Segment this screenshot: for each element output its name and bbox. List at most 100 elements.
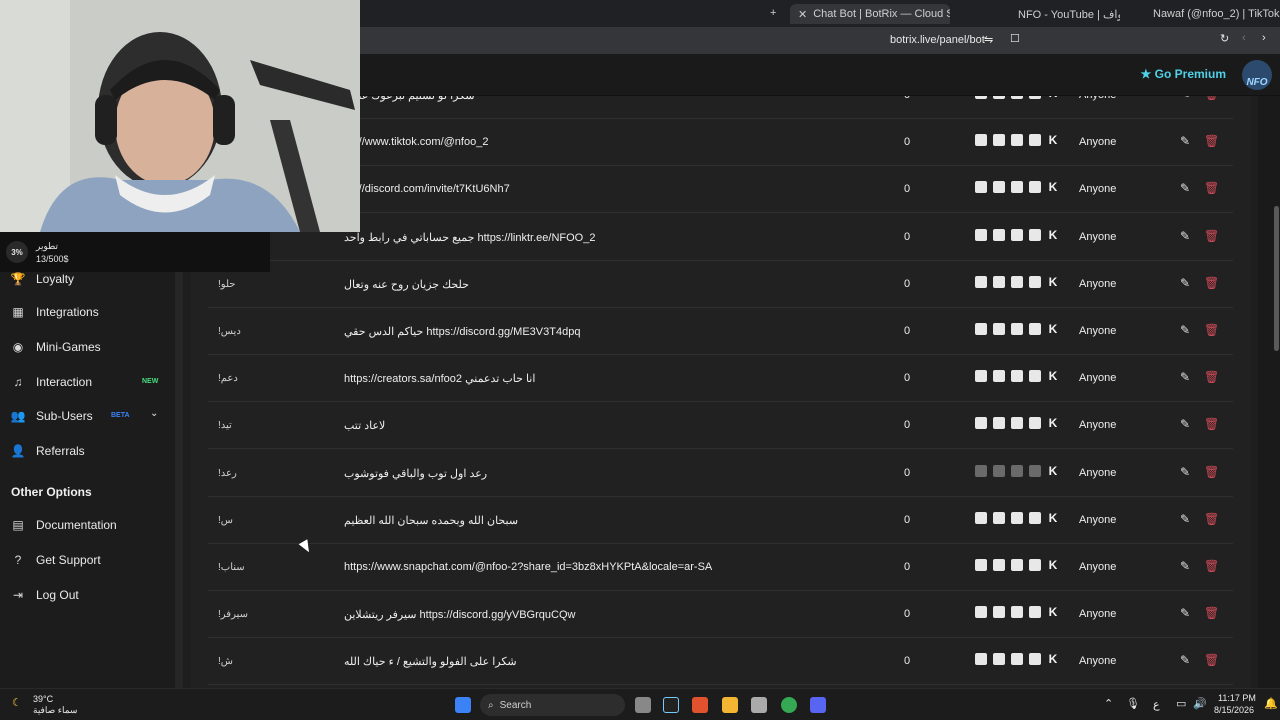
command-permission: Anyone bbox=[1079, 96, 1116, 101]
site-settings-icon[interactable]: ⇋ bbox=[984, 33, 993, 46]
delete-icon[interactable]: 🗑 bbox=[1204, 181, 1219, 195]
delete-icon[interactable]: 🗑 bbox=[1204, 96, 1219, 101]
delete-icon[interactable]: 🗑 bbox=[1204, 512, 1219, 526]
edit-icon[interactable]: ✎ bbox=[1180, 181, 1190, 195]
delete-icon[interactable]: 🗑 bbox=[1204, 559, 1219, 573]
edit-icon[interactable]: ✎ bbox=[1180, 417, 1190, 431]
tab-chat-bot[interactable]: ✕ Chat Bot | BotRix — Cloud Strea bbox=[790, 4, 950, 24]
discord-icon[interactable] bbox=[810, 697, 826, 713]
kick-icon bbox=[975, 606, 987, 619]
avatar[interactable]: NFO bbox=[1242, 60, 1272, 90]
delete-icon[interactable]: 🗑 bbox=[1204, 370, 1219, 384]
forward-icon[interactable]: › bbox=[1262, 32, 1266, 44]
delete-icon[interactable]: 🗑 bbox=[1204, 276, 1219, 290]
edit-icon[interactable]: ✎ bbox=[1180, 465, 1190, 479]
edit-icon[interactable]: ✎ bbox=[1180, 323, 1190, 337]
edit-icon[interactable]: ✎ bbox=[1180, 606, 1190, 620]
chrome-icon[interactable] bbox=[781, 697, 797, 713]
command-uses: 0 bbox=[904, 561, 911, 573]
close-tab-icon[interactable]: ✕ bbox=[798, 8, 807, 21]
clock-date[interactable]: 8/15/2026 bbox=[1214, 705, 1254, 715]
network-icon[interactable]: ▭ bbox=[1176, 697, 1186, 710]
url-text[interactable]: botrix.live/panel/bot bbox=[890, 34, 985, 46]
new-tab-icon[interactable]: + bbox=[770, 7, 776, 19]
sidebar-item-label: Referrals bbox=[36, 444, 85, 458]
start-icon[interactable] bbox=[455, 697, 471, 713]
scrollbar[interactable] bbox=[1258, 96, 1280, 688]
twitch-icon bbox=[993, 134, 1005, 147]
command-name: !رعد bbox=[218, 467, 237, 479]
taskbar-search[interactable]: ⌕ Search bbox=[480, 694, 625, 716]
edit-icon[interactable]: ✎ bbox=[1180, 559, 1190, 573]
delete-icon[interactable]: 🗑 bbox=[1204, 229, 1219, 243]
platform-icons: K bbox=[975, 275, 1059, 288]
delete-icon[interactable]: 🗑 bbox=[1204, 606, 1219, 620]
tab-title: Chat Bot | BotRix — Cloud Strea bbox=[813, 8, 950, 20]
volume-icon[interactable]: 🔊 bbox=[1193, 697, 1207, 710]
delete-icon[interactable]: 🗑 bbox=[1204, 323, 1219, 337]
steam-icon[interactable] bbox=[751, 697, 767, 713]
users-icon: 👥 bbox=[10, 409, 26, 423]
command-uses: 0 bbox=[904, 136, 911, 149]
weather-desc: سماء صافية bbox=[33, 705, 78, 715]
table-row: !ش شكرا على الفولو والتشيع / ء حياك الله 0… bbox=[208, 638, 1233, 686]
command-name: !حلو bbox=[218, 278, 236, 290]
sidebar-item-get-support[interactable]: ? Get Support bbox=[10, 550, 101, 570]
task-view-icon[interactable] bbox=[635, 697, 651, 713]
webcam-image bbox=[0, 0, 360, 232]
command-response: حياكم الدس حقي https://discord.gg/ME3V3T… bbox=[344, 326, 581, 338]
bookmark-icon[interactable]: ☐ bbox=[1010, 32, 1020, 45]
weather-temp[interactable]: 39°C bbox=[33, 694, 53, 704]
tab-youtube[interactable]: NFO - YouTube | نواف bbox=[1010, 4, 1120, 24]
tab-tiktok[interactable]: Nawaf (@nfoo_2) | TikTok(20) bbox=[1145, 4, 1280, 24]
trovo-icon bbox=[1029, 511, 1041, 524]
edit-icon[interactable]: ✎ bbox=[1180, 276, 1190, 290]
back-icon[interactable]: ‹ bbox=[1242, 32, 1246, 44]
chevron-down-icon[interactable]: ⌄ bbox=[150, 408, 158, 419]
brave-browser-icon[interactable] bbox=[692, 697, 708, 713]
notification-bell-icon[interactable]: 🔔 bbox=[1264, 697, 1278, 710]
scrollbar-thumb[interactable] bbox=[1274, 206, 1279, 351]
language-indicator[interactable]: ع bbox=[1153, 698, 1160, 711]
delete-icon[interactable]: 🗑 bbox=[1204, 134, 1219, 148]
terminal-app-icon[interactable] bbox=[663, 697, 679, 713]
command-permission: Anyone bbox=[1079, 608, 1117, 621]
command-name: !س bbox=[218, 514, 233, 526]
kick-icon bbox=[975, 559, 987, 571]
edit-icon[interactable]: ✎ bbox=[1180, 370, 1190, 384]
platform-icons: K bbox=[975, 370, 1059, 383]
clock-time[interactable]: 11:17 PM bbox=[1218, 693, 1256, 703]
chevron-up-icon[interactable]: ⌃ bbox=[1104, 697, 1113, 710]
edit-icon[interactable]: ✎ bbox=[1180, 96, 1190, 101]
sidebar-item-mini-games[interactable]: ◉ Mini-Games bbox=[10, 337, 101, 357]
command-uses: 0 bbox=[904, 372, 911, 385]
table-row: !حلو حلحك جزيان روح عنه وتعال 0 K Anyone ✎ 🗑 bbox=[208, 261, 1233, 308]
sidebar-item-loyalty[interactable]: 🏆 Loyalty bbox=[10, 269, 75, 289]
trovo-icon bbox=[1029, 181, 1041, 194]
table-row: ps://discord.com/invite/t7KtU6Nh7 0 K Anyon… bbox=[208, 166, 1233, 214]
reload-icon[interactable]: ↻ bbox=[1220, 32, 1229, 45]
trovo-icon bbox=[1029, 370, 1041, 383]
command-name: !دعم bbox=[218, 373, 238, 385]
sidebar-item-log-out[interactable]: ⇥ Log Out bbox=[10, 585, 79, 605]
star-icon: ★ bbox=[1140, 67, 1152, 81]
sidebar-item-documentation[interactable]: ▤ Documentation bbox=[10, 515, 116, 535]
sidebar-item-sub-users[interactable]: 👥 Sub-Users bbox=[10, 406, 93, 426]
sidebar-item-referrals[interactable]: 👤 Referrals bbox=[10, 441, 85, 461]
edit-icon[interactable]: ✎ bbox=[1180, 134, 1190, 148]
microphone-icon[interactable]: 🎙 bbox=[1126, 697, 1140, 710]
beta-badge: BETA bbox=[111, 412, 130, 419]
go-premium-button[interactable]: ★ Go Premium bbox=[1141, 67, 1226, 81]
trovo-icon bbox=[1029, 559, 1041, 571]
edit-icon[interactable]: ✎ bbox=[1180, 653, 1190, 667]
file-explorer-icon[interactable] bbox=[722, 697, 738, 713]
delete-icon[interactable]: 🗑 bbox=[1204, 417, 1219, 431]
sidebar-item-integrations[interactable]: ▦ Integrations bbox=[10, 302, 98, 322]
sidebar-item-interaction[interactable]: ♫ Interaction bbox=[10, 372, 93, 392]
delete-icon[interactable]: 🗑 bbox=[1204, 653, 1219, 667]
delete-icon[interactable]: 🗑 bbox=[1204, 465, 1219, 479]
edit-icon[interactable]: ✎ bbox=[1180, 512, 1190, 526]
edit-icon[interactable]: ✎ bbox=[1180, 229, 1190, 243]
command-response: حلحك جزيان روح عنه وتعال bbox=[344, 278, 469, 291]
command-uses: 0 bbox=[904, 96, 910, 101]
